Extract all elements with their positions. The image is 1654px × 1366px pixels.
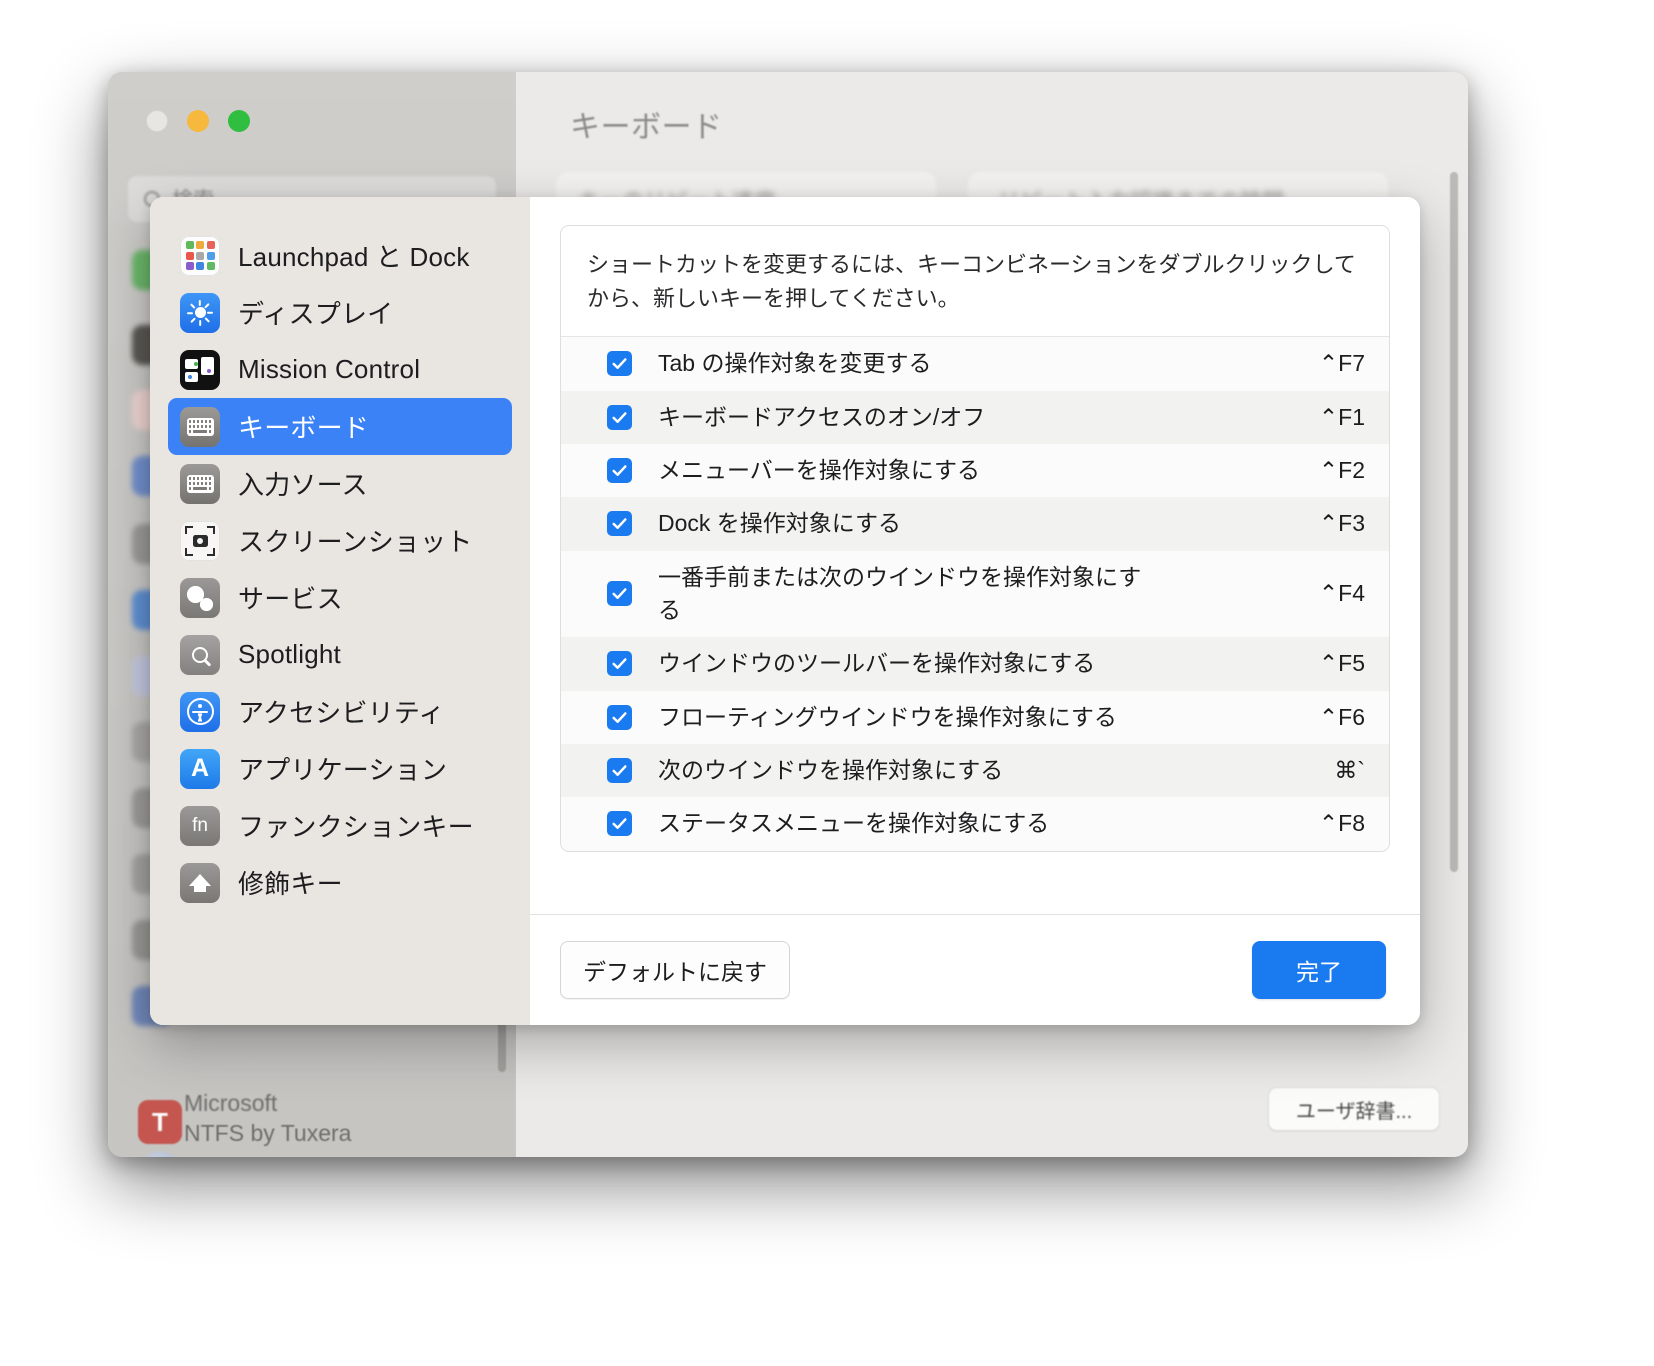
shortcut-label: メニューバーを操作対象にする [658,456,980,483]
user-dictionary-button[interactable]: ユーザ辞書... [1268,1087,1440,1131]
shortcut-label: フローティングウインドウを操作対象にする [658,703,1117,730]
sidebar-item-mission-control[interactable]: Mission Control [168,341,512,398]
shortcut-key[interactable]: ⌃F8 [1319,810,1365,837]
modifier-key-icon [180,862,220,903]
row-checkbox[interactable] [607,458,632,484]
sidebar-item-label: 修飾キー [238,869,343,899]
sidebar-item-screenshot[interactable]: スクリーンショット [168,512,512,569]
sidebar-item-accessibility[interactable]: アクセシビリティ [168,683,512,740]
row-checkbox[interactable] [607,651,632,677]
sidebar-item-label: スクリーンショット [238,527,473,557]
shortcut-label: Dock を操作対象にする [658,510,902,537]
row-checkbox[interactable] [607,351,632,377]
shortcut-label: Tab の操作対象を変更する [658,350,932,377]
shortcut-label: ステータスメニューを操作対象にする [658,810,1050,837]
row-checkbox[interactable] [607,511,632,537]
shortcut-instructions: ショートカットを変更するには、キーコンビネーションをダブルクリックしてから、新し… [561,226,1389,338]
sidebar-item-label: アプリケーション [238,755,448,785]
sidebar-item-modifier-keys[interactable]: 修飾キー [168,854,512,911]
sidebar-item-label: Spotlight [238,639,341,669]
ntfs-tuxera-line1: Microsoft [184,1090,278,1116]
shortcut-list-card: ショートカットを変更するには、キーコンビネーションをダブルクリックしてから、新し… [560,225,1390,852]
row-checkbox[interactable] [607,581,632,607]
mission-control-icon [180,349,220,390]
close-button[interactable] [146,110,168,132]
minimize-button[interactable] [187,110,209,132]
screenshot-icon [180,520,220,561]
keyboard-shortcuts-sheet: Launchpad と Dock ディスプレイ Mission Control … [150,197,1420,1025]
app-store-icon: A [180,748,220,789]
screen: キーボード 検索 T Microsoft NTFS by Tuxera NTFS… [0,0,1654,1366]
table-row[interactable]: 一番手前または次のウインドウを操作対象にする ⌃F4 [561,550,1389,638]
accessibility-icon [180,691,220,732]
table-row[interactable]: メニューバーを操作対象にする ⌃F2 [561,443,1389,498]
sidebar-item-services[interactable]: サービス [168,569,512,626]
ntfs-tuxera-line2: NTFS by Tuxera [184,1120,352,1146]
sheet-footer: デフォルトに戻す 完了 [530,914,1420,1025]
sidebar-item-keyboard[interactable]: キーボード [168,398,512,455]
shortcut-key[interactable]: ⌃F7 [1319,350,1365,377]
row-checkbox[interactable] [607,758,632,784]
sidebar-item-function-keys[interactable]: fn ファンクションキー [168,797,512,854]
restore-defaults-button[interactable]: デフォルトに戻す [560,941,790,999]
table-row[interactable]: Tab の操作対象を変更する ⌃F7 [561,337,1389,391]
maximize-button[interactable] [228,110,250,132]
fn-key-icon: fn [180,805,220,846]
table-row[interactable]: 次のウインドウを操作対象にする ⌘` [561,743,1389,798]
window-title: キーボード [570,111,723,144]
row-checkbox[interactable] [607,404,632,430]
launchpad-icon [180,235,220,276]
sidebar-item-input-sources[interactable]: 入力ソース [168,455,512,512]
system-settings-window: キーボード 検索 T Microsoft NTFS by Tuxera NTFS… [108,72,1468,1157]
done-button[interactable]: 完了 [1252,941,1386,999]
shortcut-key[interactable]: ⌃F1 [1319,404,1365,431]
sidebar-item-label: ディスプレイ [238,299,394,329]
sidebar-item-label: キーボード [238,413,370,443]
ntfs-tuxera-badge: T [138,1100,182,1144]
shortcut-key[interactable]: ⌘` [1334,757,1365,784]
sidebar-item-launchpad-dock[interactable]: Launchpad と Dock [168,227,512,284]
shortcut-key[interactable]: ⌃F6 [1319,704,1365,731]
sidebar-item-display[interactable]: ディスプレイ [168,284,512,341]
shortcut-label: 次のウインドウを操作対象にする [658,756,1004,783]
shortcut-key[interactable]: ⌃F5 [1319,650,1365,677]
window-controls[interactable] [146,110,250,132]
row-checkbox[interactable] [607,704,632,730]
sidebar-item-spotlight[interactable]: Spotlight [168,626,512,683]
shortcut-label: 一番手前または次のウインドウを操作対象にする [658,563,1142,623]
shortcut-list-pane: ショートカットを変更するには、キーコンビネーションをダブルクリックしてから、新し… [530,197,1420,1025]
sidebar-item-applications[interactable]: A アプリケーション [168,740,512,797]
sidebar-item-label: 入力ソース [238,470,368,500]
sidebar-item-label: ファンクションキー [238,812,474,842]
sidebar-item-label: サービス [238,584,343,614]
background-content-scrollbar[interactable] [1450,172,1458,872]
shortcut-key[interactable]: ⌃F3 [1319,510,1365,537]
table-row[interactable]: フローティングウインドウを操作対象にする ⌃F6 [561,690,1389,744]
services-icon [180,577,220,618]
table-row[interactable]: ウインドウのツールバーを操作対象にする ⌃F5 [561,637,1389,691]
shortcut-key[interactable]: ⌃F4 [1319,580,1365,607]
keyboard-icon [180,406,220,447]
table-row[interactable]: Dock を操作対象にする ⌃F3 [561,497,1389,551]
shortcut-label: キーボードアクセスのオン/オフ [658,403,986,430]
shortcut-label: ウインドウのツールバーを操作対象にする [658,650,1096,677]
row-checkbox[interactable] [607,811,632,837]
display-icon [180,292,220,333]
table-row[interactable]: キーボードアクセスのオン/オフ ⌃F1 [561,390,1389,444]
table-row[interactable]: ステータスメニューを操作対象にする ⌃F8 [561,797,1389,851]
sidebar-item-label: アクセシビリティ [238,698,445,728]
sidebar-item-label: Launchpad と Dock [238,242,470,272]
spotlight-icon [180,634,220,675]
input-sources-icon [180,463,220,504]
shortcut-category-sidebar: Launchpad と Dock ディスプレイ Mission Control … [150,197,530,1025]
shortcut-key[interactable]: ⌃F2 [1319,457,1365,484]
sidebar-item-label: Mission Control [238,354,421,384]
